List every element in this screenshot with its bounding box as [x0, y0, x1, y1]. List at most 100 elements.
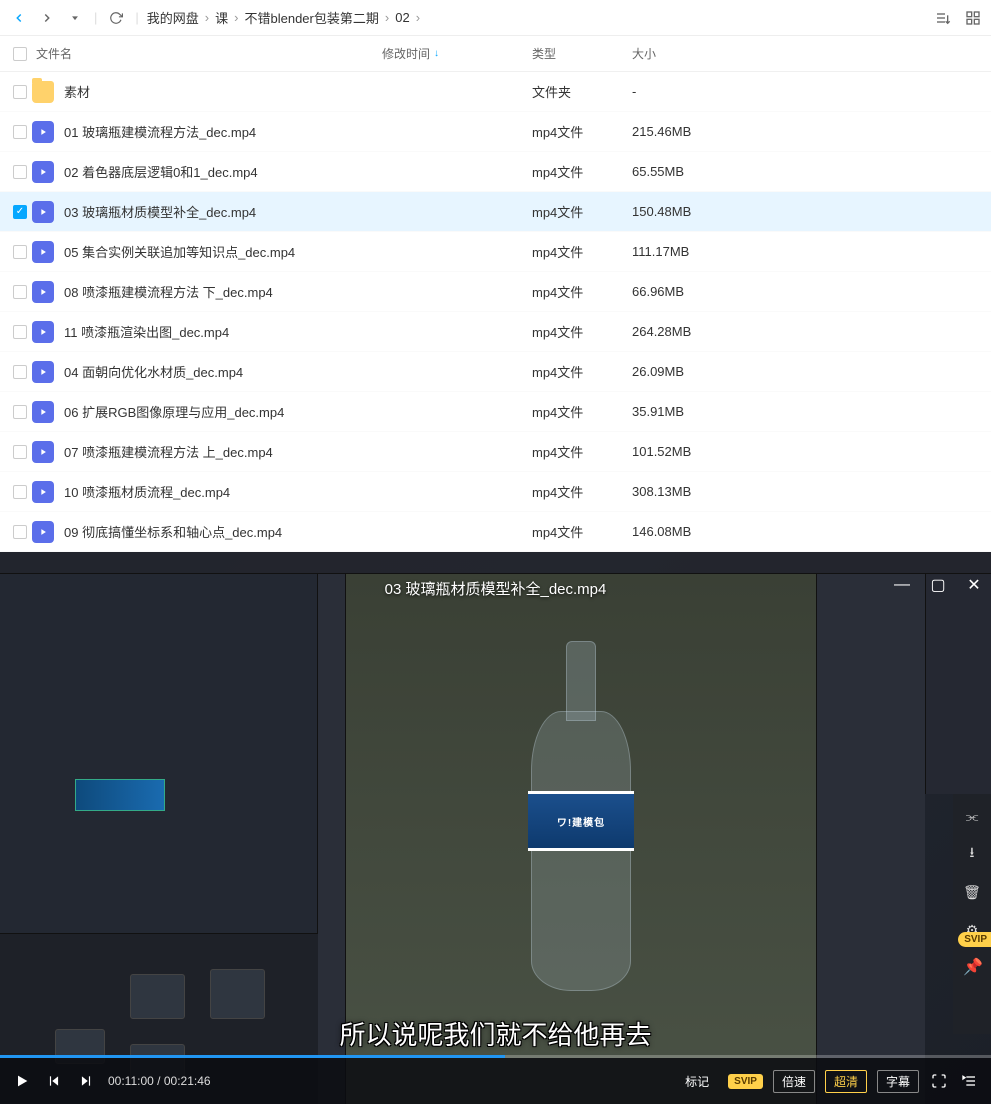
row-checkbox[interactable] — [13, 125, 27, 139]
grid-view-button[interactable] — [963, 8, 983, 28]
refresh-button[interactable] — [105, 7, 127, 29]
video-file-icon — [32, 441, 54, 463]
subtitle-text: 所以说呢我们就不给他再去 — [339, 1015, 651, 1052]
fullscreen-button[interactable] — [929, 1071, 949, 1091]
file-row[interactable]: 10 喷漆瓶材质流程_dec.mp4mp4文件308.13MB — [0, 472, 991, 512]
column-header-date[interactable]: 修改时间↓ — [382, 45, 532, 62]
file-name: 02 着色器底层逻辑0和1_dec.mp4 — [64, 162, 258, 181]
close-button[interactable]: ✕ — [963, 574, 985, 596]
file-name: 03 玻璃瓶材质模型补全_dec.mp4 — [64, 202, 256, 221]
row-checkbox[interactable] — [13, 405, 27, 419]
breadcrumb-item[interactable]: 不错blender包装第二期 — [245, 8, 379, 27]
share-icon[interactable]: ⫘ — [960, 804, 984, 828]
file-size: 66.96MB — [632, 284, 752, 299]
video-file-icon — [32, 201, 54, 223]
download-icon[interactable]: ⭳ — [960, 842, 984, 866]
file-type: mp4文件 — [532, 482, 632, 501]
file-size: 146.08MB — [632, 524, 752, 539]
file-row[interactable]: 01 玻璃瓶建模流程方法_dec.mp4mp4文件215.46MB — [0, 112, 991, 152]
row-checkbox[interactable] — [13, 285, 27, 299]
column-header-type[interactable]: 类型 — [532, 45, 632, 62]
column-header-row: 文件名 修改时间↓ 类型 大小 — [0, 36, 991, 72]
file-type: mp4文件 — [532, 242, 632, 261]
file-type: mp4文件 — [532, 362, 632, 381]
file-row[interactable]: ✓03 玻璃瓶材质模型补全_dec.mp4mp4文件150.48MB — [0, 192, 991, 232]
file-row[interactable]: 06 扩展RGB图像原理与应用_dec.mp4 mp4文件35.91MB — [0, 392, 991, 432]
quality-button[interactable]: 超清 — [825, 1070, 867, 1093]
time-display: 00:11:00 / 00:21:46 — [108, 1074, 211, 1088]
file-list: 素材文件夹-01 玻璃瓶建模流程方法_dec.mp4mp4文件215.46MB 0… — [0, 72, 991, 552]
prev-button[interactable] — [44, 1071, 64, 1091]
video-file-icon — [32, 281, 54, 303]
mark-button[interactable]: 标记 — [676, 1070, 718, 1093]
file-name: 11 喷漆瓶渲染出图_dec.mp4 — [64, 322, 229, 341]
file-size: 264.28MB — [632, 324, 752, 339]
row-checkbox[interactable] — [13, 365, 27, 379]
file-row[interactable]: 05 集合实例关联追加等知识点_dec.mp4 mp4文件111.17MB — [0, 232, 991, 272]
playlist-button[interactable] — [959, 1071, 979, 1091]
file-name: 07 喷漆瓶建模流程方法 上_dec.mp4 — [64, 442, 273, 461]
file-type: mp4文件 — [532, 402, 632, 421]
file-row[interactable]: 素材文件夹- — [0, 72, 991, 112]
file-size: 26.09MB — [632, 364, 752, 379]
file-size: 111.17MB — [632, 244, 752, 259]
video-file-icon — [32, 161, 54, 183]
row-checkbox[interactable] — [13, 325, 27, 339]
row-checkbox[interactable] — [13, 165, 27, 179]
row-checkbox[interactable] — [13, 85, 27, 99]
file-row[interactable]: 07 喷漆瓶建模流程方法 上_dec.mp4mp4文件101.52MB — [0, 432, 991, 472]
video-player: ワ!建模包 ⫘ ⭳ 🗑 ⚙ 03 玻璃瓶材质模型补全_dec.mp4 ― ▢ ✕… — [0, 552, 991, 1104]
file-name: 06 扩展RGB图像原理与应用_dec.mp4 — [64, 402, 284, 421]
file-name: 04 面朝向优化水材质_dec.mp4 — [64, 362, 243, 381]
play-button[interactable] — [12, 1071, 32, 1091]
video-file-icon — [32, 481, 54, 503]
video-title: 03 玻璃瓶材质模型补全_dec.mp4 — [385, 578, 607, 599]
caption-button[interactable]: 字幕 — [877, 1070, 919, 1093]
file-name: 05 集合实例关联追加等知识点_dec.mp4 — [64, 242, 295, 261]
player-control-bar: 00:11:00 / 00:21:46 标记 SVIP 倍速 超清 字幕 — [0, 1058, 991, 1104]
toolbar: | | 我的网盘 › 课 › 不错blender包装第二期 › 02 › — [0, 0, 991, 36]
file-row[interactable]: 11 喷漆瓶渲染出图_dec.mp4 mp4文件264.28MB — [0, 312, 991, 352]
maximize-button[interactable]: ▢ — [927, 574, 949, 596]
delete-icon[interactable]: 🗑 — [960, 880, 984, 904]
next-button[interactable] — [76, 1071, 96, 1091]
file-row[interactable]: 09 彻底搞懂坐标系和轴心点_dec.mp4mp4文件146.08MB — [0, 512, 991, 552]
file-row[interactable]: 02 着色器底层逻辑0和1_dec.mp4mp4文件65.55MB — [0, 152, 991, 192]
minimize-button[interactable]: ― — [891, 574, 913, 596]
folder-icon — [32, 81, 54, 103]
row-checkbox[interactable]: ✓ — [13, 205, 27, 219]
sort-button[interactable] — [933, 8, 953, 28]
file-type: mp4文件 — [532, 322, 632, 341]
column-header-size[interactable]: 大小 — [632, 45, 752, 62]
video-file-icon — [32, 241, 54, 263]
row-checkbox[interactable] — [13, 245, 27, 259]
file-type: mp4文件 — [532, 442, 632, 461]
row-checkbox[interactable] — [13, 525, 27, 539]
nav-forward-button[interactable] — [36, 7, 58, 29]
file-row[interactable]: 08 喷漆瓶建模流程方法 下_dec.mp4mp4文件66.96MB — [0, 272, 991, 312]
file-type: mp4文件 — [532, 522, 632, 541]
file-size: - — [632, 84, 752, 99]
nav-dropdown-button[interactable] — [64, 7, 86, 29]
breadcrumb-item[interactable]: 02 — [395, 10, 409, 25]
video-file-icon — [32, 321, 54, 343]
speed-button[interactable]: 倍速 — [773, 1070, 815, 1093]
file-type: mp4文件 — [532, 282, 632, 301]
breadcrumb-item[interactable]: 课 — [215, 8, 228, 27]
file-size: 35.91MB — [632, 404, 752, 419]
select-all-checkbox[interactable] — [8, 47, 32, 61]
row-checkbox[interactable] — [13, 485, 27, 499]
row-checkbox[interactable] — [13, 445, 27, 459]
breadcrumb-item[interactable]: 我的网盘 — [147, 8, 199, 27]
file-size: 215.46MB — [632, 124, 752, 139]
svip-label: SVIP — [728, 1074, 763, 1089]
separator: | — [135, 10, 138, 25]
pin-icon[interactable]: 📌 — [963, 957, 983, 977]
file-type: mp4文件 — [532, 162, 632, 181]
video-file-icon — [32, 521, 54, 543]
column-header-name[interactable]: 文件名 — [32, 45, 382, 62]
file-row[interactable]: 04 面朝向优化水材质_dec.mp4 mp4文件26.09MB — [0, 352, 991, 392]
nav-back-button[interactable] — [8, 7, 30, 29]
svip-badge[interactable]: SVIP — [958, 932, 991, 947]
video-file-icon — [32, 121, 54, 143]
